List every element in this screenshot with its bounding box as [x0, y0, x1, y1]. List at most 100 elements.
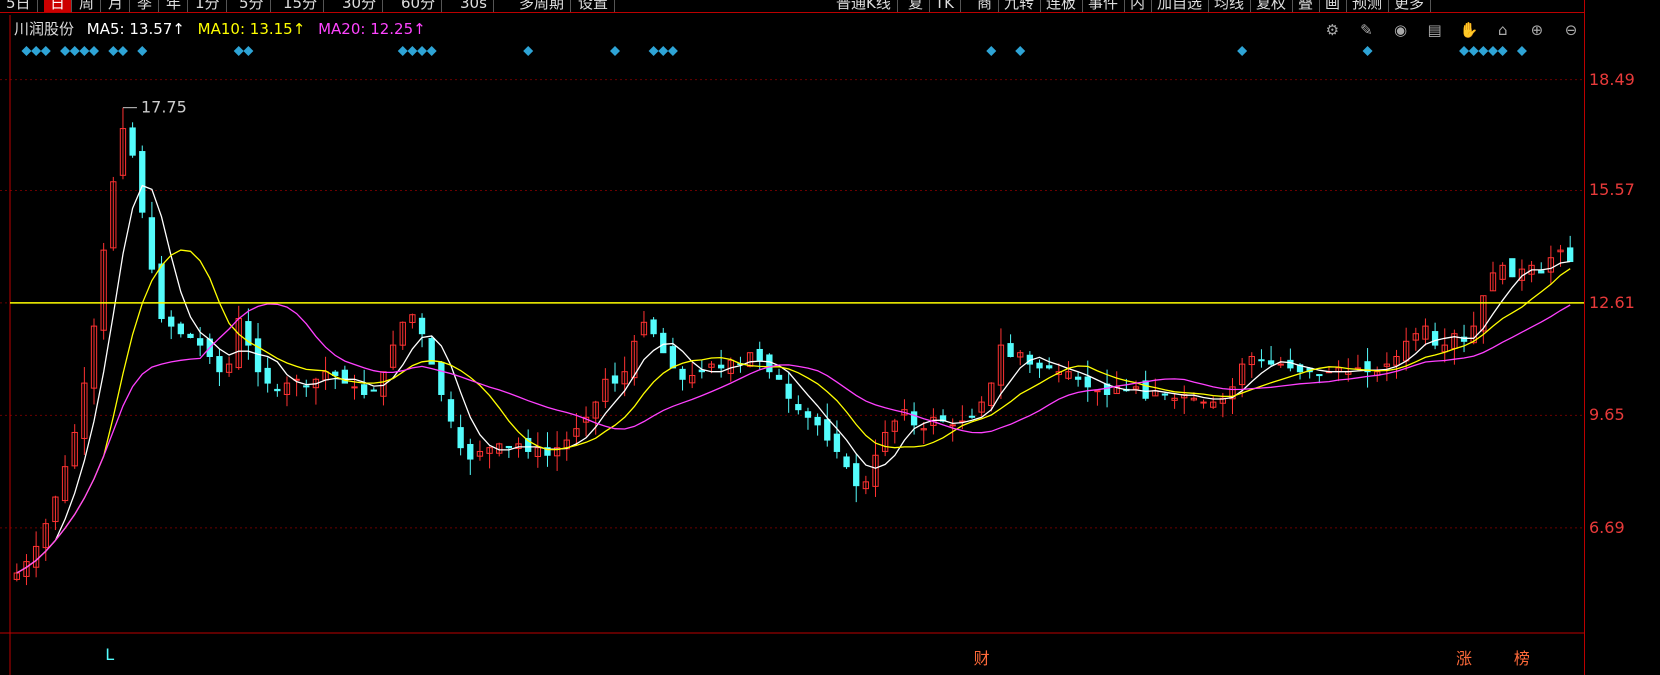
- candle-body-42: [418, 317, 426, 335]
- event-marker-21: [986, 46, 997, 56]
- candle-body-112: [1094, 390, 1101, 393]
- event-marker-26: [1468, 46, 1479, 56]
- event-marker-28: [1487, 46, 1498, 56]
- candle-body-87: [853, 463, 860, 487]
- candle-body-30: [303, 385, 310, 388]
- candle-body-37: [370, 389, 377, 392]
- candle-body-77: [756, 348, 763, 361]
- event-marker-17: [610, 46, 621, 56]
- candle-body-12: [129, 127, 136, 156]
- event-marker-12: [397, 46, 408, 56]
- event-marker-25: [1459, 46, 1470, 56]
- ma5-line: [16, 184, 1571, 574]
- high-annotation-label: 17.75: [141, 98, 187, 117]
- candle-body-82: [804, 411, 812, 418]
- candle-body-13: [139, 151, 146, 213]
- candle-body-19: [196, 338, 204, 346]
- candle-body-107: [1046, 365, 1053, 369]
- event-marker-5: [79, 46, 90, 56]
- event-marker-9: [137, 46, 148, 56]
- event-marker-10: [233, 46, 244, 56]
- event-marker-22: [1015, 46, 1026, 56]
- candle-body-129: [1258, 359, 1265, 362]
- y-tick-label-0: 18.49: [1589, 69, 1635, 89]
- candle-body-97: [949, 424, 956, 427]
- event-marker-11: [243, 46, 254, 56]
- candle-body-131: [1277, 363, 1284, 366]
- ma10-line: [16, 249, 1571, 574]
- kline-chart[interactable]: 17.75: [0, 0, 1584, 675]
- event-marker-20: [667, 46, 678, 56]
- candle-body-45: [447, 399, 455, 422]
- candle-body-51: [505, 445, 513, 449]
- candle-body-81: [795, 404, 802, 411]
- candle-body-135: [1316, 374, 1323, 377]
- candle-body-119: [1161, 393, 1169, 396]
- candle-body-35: [351, 386, 358, 389]
- candle-body-62: [611, 375, 619, 384]
- candle-body-26: [264, 367, 271, 384]
- event-marker-6: [89, 46, 100, 56]
- candle-body-27: [274, 388, 281, 392]
- event-marker-8: [117, 46, 128, 56]
- candle-body-15: [158, 263, 165, 320]
- event-marker-27: [1478, 46, 1489, 56]
- y-tick-label-3: 9.65: [1589, 405, 1625, 425]
- event-marker-30: [1516, 46, 1527, 56]
- candle-body-79: [775, 374, 783, 380]
- bottom-marker-0[interactable]: L: [105, 645, 114, 664]
- y-tick-label-2: 12.61: [1589, 292, 1635, 312]
- candle-body-86: [843, 456, 850, 468]
- candle-body-66: [650, 319, 657, 335]
- event-marker-0: [21, 46, 32, 56]
- event-marker-18: [648, 46, 659, 56]
- bottom-marker-3[interactable]: 榜: [1514, 645, 1530, 669]
- candle-body-21: [216, 356, 223, 373]
- y-tick-label-1: 15.57: [1589, 180, 1635, 200]
- candle-body-106: [1036, 362, 1043, 369]
- candle-body-69: [679, 368, 686, 380]
- candle-body-110: [1074, 376, 1082, 380]
- candle-body-103: [1007, 343, 1014, 357]
- candle-body-44: [438, 361, 445, 395]
- candle-body-46: [457, 427, 464, 449]
- price-axis-divider: [1584, 0, 1585, 675]
- candle-body-111: [1084, 376, 1091, 388]
- candle-body-47: [467, 443, 474, 460]
- candle-body-17: [177, 323, 184, 335]
- event-marker-4: [69, 46, 80, 56]
- event-marker-23: [1237, 46, 1248, 56]
- candle-body-16: [168, 316, 175, 327]
- candle-body-85: [833, 433, 841, 452]
- candle-body-36: [361, 384, 368, 395]
- event-marker-14: [417, 46, 428, 56]
- candle-body-93: [910, 411, 918, 426]
- candle-body-18: [187, 333, 194, 339]
- event-marker-19: [658, 46, 669, 56]
- candle-body-123: [1200, 401, 1207, 404]
- y-tick-label-4: 6.69: [1589, 517, 1625, 537]
- bottom-marker-2[interactable]: 涨: [1456, 645, 1472, 669]
- event-marker-16: [523, 46, 534, 56]
- candle-body-14: [148, 217, 156, 270]
- event-marker-15: [426, 46, 437, 56]
- bottom-marker-1[interactable]: 财: [974, 645, 990, 669]
- event-marker-29: [1497, 46, 1508, 56]
- candle-body-99: [968, 415, 976, 418]
- candle-body-84: [824, 419, 831, 441]
- candle-body-158: [1538, 270, 1545, 274]
- candle-body-68: [669, 346, 677, 369]
- event-marker-7: [108, 46, 119, 56]
- event-marker-13: [407, 46, 418, 56]
- candle-body-67: [660, 332, 667, 354]
- event-marker-2: [40, 46, 51, 56]
- candle-body-117: [1142, 380, 1149, 399]
- candle-body-161: [1567, 247, 1574, 263]
- candle-body-83: [814, 416, 821, 426]
- candle-body-73: [717, 364, 725, 369]
- candle-body-130: [1267, 360, 1275, 365]
- candle-body-147: [1431, 331, 1439, 346]
- candle-body-80: [785, 383, 792, 399]
- candle-body-78: [766, 354, 773, 373]
- candle-body-155: [1509, 258, 1516, 278]
